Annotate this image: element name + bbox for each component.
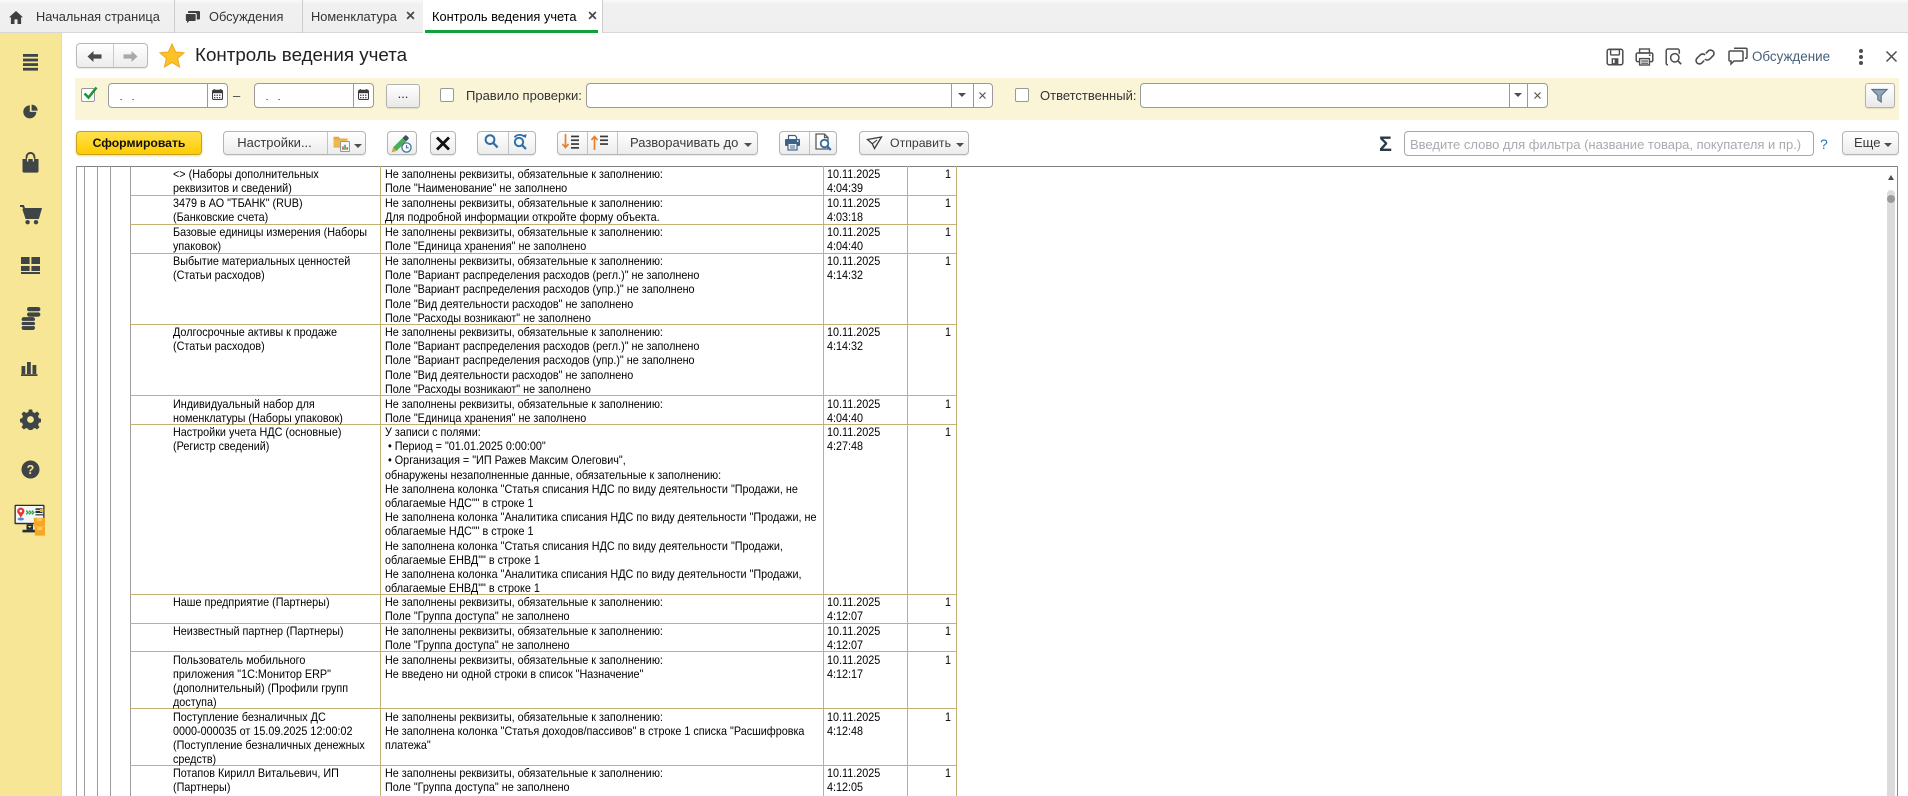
svg-text:?: ? (27, 463, 35, 477)
